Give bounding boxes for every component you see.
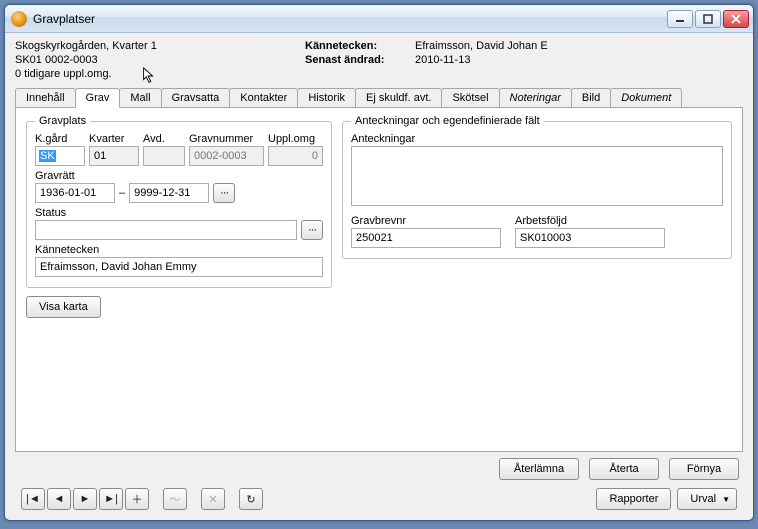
header-info: Skogskyrkogården, Kvarter 1 SK01 0002-00… bbox=[15, 39, 743, 81]
tabs: InnehållGravMallGravsattaKontakterHistor… bbox=[15, 88, 743, 108]
action-row: Återlämna Återta Förnya bbox=[15, 452, 743, 484]
tab-bild[interactable]: Bild bbox=[571, 88, 611, 107]
upplomg-input[interactable] bbox=[268, 146, 323, 166]
nav-add-button[interactable]: ＋ bbox=[125, 488, 149, 510]
close-button[interactable] bbox=[723, 10, 749, 28]
header-line1: Skogskyrkogården, Kvarter 1 bbox=[15, 39, 305, 53]
delete-icon: ✕ bbox=[208, 493, 217, 506]
header-line2: SK01 0002-0003 bbox=[15, 53, 305, 67]
gravnr-input[interactable] bbox=[189, 146, 264, 166]
gravnr-label: Gravnummer bbox=[189, 133, 264, 145]
kannetecken-value: Efraimsson, David Johan E bbox=[415, 39, 548, 53]
chevron-down-icon: ▼ bbox=[722, 495, 730, 504]
tab-dokument[interactable]: Dokument bbox=[610, 88, 682, 107]
avd-input[interactable] bbox=[143, 146, 185, 166]
nav-prev-button[interactable]: ◄ bbox=[47, 488, 71, 510]
window-title: Gravplatser bbox=[33, 12, 667, 26]
nav-first-icon: |◄ bbox=[26, 493, 40, 505]
nav-refresh-button[interactable]: ↻ bbox=[239, 488, 263, 510]
nav-prev-icon: ◄ bbox=[54, 493, 65, 505]
anteckningar-label: Anteckningar bbox=[351, 133, 723, 145]
app-icon bbox=[11, 11, 27, 27]
plus-icon: ＋ bbox=[132, 491, 143, 507]
edit-icon: ～ bbox=[170, 491, 181, 507]
tab-kontakter[interactable]: Kontakter bbox=[229, 88, 298, 107]
avd-label: Avd. bbox=[143, 133, 185, 145]
header-left: Skogskyrkogården, Kvarter 1 SK01 0002-00… bbox=[15, 39, 305, 81]
refresh-icon: ↻ bbox=[246, 493, 255, 506]
gravplats-group: Gravplats K.gård SK Kvarter Avd. bbox=[26, 115, 332, 288]
tab-grav[interactable]: Grav bbox=[75, 88, 121, 108]
tab-ej-skuldf-avt-[interactable]: Ej skuldf. avt. bbox=[355, 88, 442, 107]
senast-label: Senast ändrad: bbox=[305, 53, 415, 67]
tab-historik[interactable]: Historik bbox=[297, 88, 356, 107]
tab-panel-grav: Gravplats K.gård SK Kvarter Avd. bbox=[15, 107, 743, 452]
gravbrevnr-input[interactable] bbox=[351, 228, 501, 248]
close-icon bbox=[731, 14, 741, 24]
nav-group: |◄ ◄ ► ►| ＋ ～ ✕ ↻ bbox=[21, 488, 263, 510]
kvarter-input[interactable] bbox=[89, 146, 139, 166]
status-more-button[interactable]: ··· bbox=[301, 220, 323, 240]
upplomg-label: Uppl.omg bbox=[268, 133, 323, 145]
arbetsfoljd-label: Arbetsföljd bbox=[515, 215, 665, 227]
anteckningar-legend: Anteckningar och egendefinierade fält bbox=[351, 115, 544, 127]
kannetecken-input[interactable] bbox=[35, 257, 323, 277]
kannetecken-field-label: Kännetecken bbox=[35, 244, 323, 256]
gravratt-label: Gravrätt bbox=[35, 170, 323, 182]
arbetsfoljd-input[interactable] bbox=[515, 228, 665, 248]
tab-inneh-ll[interactable]: Innehåll bbox=[15, 88, 76, 107]
maximize-icon bbox=[703, 14, 713, 24]
header-right: Kännetecken: Efraimsson, David Johan E S… bbox=[305, 39, 743, 81]
gravratt-sep: – bbox=[119, 187, 125, 199]
urval-label: Urval bbox=[690, 493, 716, 505]
gravratt-more-button[interactable]: ··· bbox=[213, 183, 235, 203]
nav-last-button[interactable]: ►| bbox=[99, 488, 123, 510]
aterlamna-button[interactable]: Återlämna bbox=[499, 458, 579, 480]
cursor-icon bbox=[142, 67, 156, 85]
anteckningar-group: Anteckningar och egendefinierade fält An… bbox=[342, 115, 732, 259]
kvarter-label: Kvarter bbox=[89, 133, 139, 145]
app-window: Gravplatser Skogskyrkogården, Kvarter 1 … bbox=[4, 4, 754, 521]
header-line3: 0 tidigare uppl.omg. bbox=[15, 67, 305, 81]
gravratt-from-input[interactable] bbox=[35, 183, 115, 203]
tab-gravsatta[interactable]: Gravsatta bbox=[161, 88, 231, 107]
urval-button[interactable]: Urval ▼ bbox=[677, 488, 737, 510]
maximize-button[interactable] bbox=[695, 10, 721, 28]
footer: |◄ ◄ ► ►| ＋ ～ ✕ ↻ Rapporter Urval ▼ bbox=[15, 484, 743, 516]
kgard-input[interactable]: SK bbox=[35, 146, 85, 166]
content-area: Skogskyrkogården, Kvarter 1 SK01 0002-00… bbox=[5, 33, 753, 520]
kgard-label: K.gård bbox=[35, 133, 85, 145]
titlebar: Gravplatser bbox=[5, 5, 753, 33]
tab-noteringar[interactable]: Noteringar bbox=[499, 88, 572, 107]
senast-value: 2010-11-13 bbox=[415, 53, 470, 67]
minimize-button[interactable] bbox=[667, 10, 693, 28]
nav-edit-button[interactable]: ～ bbox=[163, 488, 187, 510]
gravratt-to-input[interactable] bbox=[129, 183, 209, 203]
nav-last-icon: ►| bbox=[104, 493, 118, 505]
nav-next-icon: ► bbox=[80, 493, 91, 505]
status-label: Status bbox=[35, 207, 323, 219]
gravbrevnr-label: Gravbrevnr bbox=[351, 215, 501, 227]
tab-sk-tsel[interactable]: Skötsel bbox=[441, 88, 499, 107]
aterta-button[interactable]: Återta bbox=[589, 458, 659, 480]
rapporter-button[interactable]: Rapporter bbox=[596, 488, 671, 510]
nav-next-button[interactable]: ► bbox=[73, 488, 97, 510]
nav-first-button[interactable]: |◄ bbox=[21, 488, 45, 510]
kannetecken-label: Kännetecken: bbox=[305, 39, 415, 53]
anteckningar-textarea[interactable] bbox=[351, 146, 723, 206]
fornya-button[interactable]: Förnya bbox=[669, 458, 739, 480]
tab-mall[interactable]: Mall bbox=[119, 88, 161, 107]
nav-delete-button[interactable]: ✕ bbox=[201, 488, 225, 510]
minimize-icon bbox=[675, 14, 685, 24]
visa-karta-button[interactable]: Visa karta bbox=[26, 296, 101, 318]
status-input[interactable] bbox=[35, 220, 297, 240]
gravplats-legend: Gravplats bbox=[35, 115, 90, 127]
